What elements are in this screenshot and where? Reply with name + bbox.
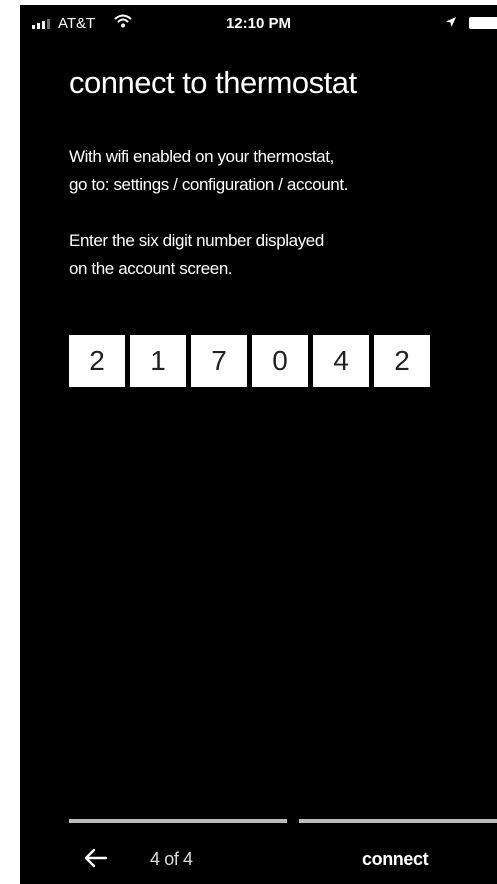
footer-nav: 4 of 4 connect bbox=[20, 837, 497, 881]
code-input[interactable]: 2 1 7 0 4 2 bbox=[69, 335, 430, 387]
code-digit-3[interactable]: 7 bbox=[191, 335, 247, 387]
instruction-enter-code: Enter the six digit number displayed on … bbox=[69, 231, 324, 278]
app-screen: AT&T 12:10 PM connect to thermostat With… bbox=[20, 5, 497, 884]
progress-segment-back bbox=[69, 819, 287, 823]
location-arrow-icon bbox=[445, 15, 457, 32]
page-title: connect to thermostat bbox=[69, 65, 357, 100]
code-digit-1[interactable]: 2 bbox=[69, 335, 125, 387]
instruction-wifi: With wifi enabled on your thermostat, go… bbox=[69, 147, 348, 194]
step-progress-bar bbox=[69, 819, 497, 823]
code-digit-2[interactable]: 1 bbox=[130, 335, 186, 387]
step-indicator: 4 of 4 bbox=[150, 849, 193, 869]
instructions: With wifi enabled on your thermostat, go… bbox=[69, 143, 489, 283]
arrow-left-icon bbox=[84, 848, 108, 868]
back-button[interactable] bbox=[82, 843, 110, 873]
code-digit-5[interactable]: 4 bbox=[313, 335, 369, 387]
progress-segment-connect bbox=[299, 819, 497, 823]
battery-icon bbox=[469, 17, 497, 29]
status-bar: AT&T 12:10 PM bbox=[20, 5, 497, 39]
code-digit-4[interactable]: 0 bbox=[252, 335, 308, 387]
code-digit-6[interactable]: 2 bbox=[374, 335, 430, 387]
connect-button[interactable]: connect bbox=[362, 849, 429, 870]
status-time: 12:10 PM bbox=[225, 15, 292, 32]
